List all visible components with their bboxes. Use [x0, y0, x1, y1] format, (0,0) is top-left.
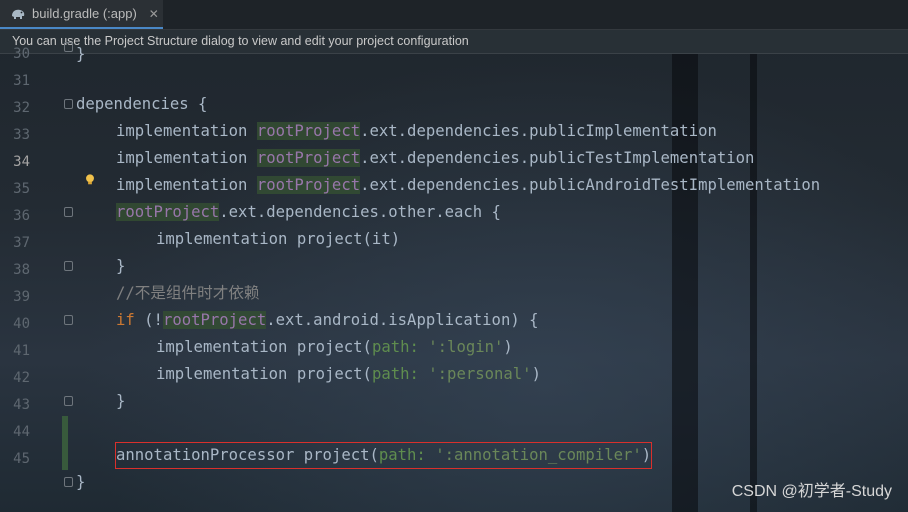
fold-start-icon[interactable] [64, 315, 73, 325]
tab-label: build.gradle (:app) [32, 6, 137, 21]
line-number: 41 [13, 343, 30, 359]
code-line-45: } [76, 473, 86, 491]
line-number: 36 [13, 208, 30, 224]
code-line-32: implementation rootProject.ext.dependenc… [116, 122, 717, 140]
line-number: 40 [13, 316, 30, 332]
fold-start-icon[interactable] [64, 99, 73, 109]
code-line-40: implementation project(path: ':login') [156, 338, 513, 356]
line-number: 33 [13, 127, 30, 143]
code-line-31: dependencies { [76, 95, 208, 113]
line-number: 43 [13, 397, 30, 413]
line-number: 31 [13, 73, 30, 89]
line-number: 39 [13, 289, 30, 305]
background-pole [672, 0, 698, 512]
line-number: 42 [13, 370, 30, 386]
background-pole-thin [750, 0, 757, 512]
fold-start-icon[interactable] [64, 207, 73, 217]
line-number-active: 34 [13, 154, 30, 170]
watermark: CSDN @初学者-Study [731, 483, 892, 500]
code-line-30: } [76, 45, 86, 63]
notification-banner: You can use the Project Structure dialog… [0, 30, 908, 54]
code-line-42: } [116, 392, 126, 410]
code-line-44-highlighted: annotationProcessor project(path: ':anno… [114, 442, 653, 469]
code-line-37: } [116, 257, 126, 275]
line-number: 30 [13, 46, 30, 62]
line-number: 35 [13, 181, 30, 197]
line-number: 45 [13, 451, 30, 467]
code-line-39: if (!rootProject.ext.android.isApplicati… [116, 311, 539, 329]
vcs-added-marker[interactable] [62, 416, 68, 470]
tab-build-gradle[interactable]: build.gradle (:app) ✕ [0, 0, 163, 29]
code-line-33: implementation rootProject.ext.dependenc… [116, 149, 755, 167]
code-line-41: implementation project(path: ':personal'… [156, 365, 541, 383]
line-number: 38 [13, 262, 30, 278]
code-line-35: rootProject.ext.dependencies.other.each … [116, 203, 501, 221]
gradle-elephant-icon [12, 9, 25, 19]
code-editor[interactable]: } dependencies { implementation rootProj… [76, 45, 820, 491]
code-comment: //不是组件时才依赖 [116, 284, 260, 302]
code-line-34: implementation rootProject.ext.dependenc… [116, 176, 821, 194]
editor-window: build.gradle (:app) ✕ You can use the Pr… [0, 0, 908, 512]
fold-end-icon[interactable] [64, 396, 73, 406]
wallpaper-background [0, 0, 908, 512]
line-number: 32 [13, 100, 30, 116]
fold-end-icon[interactable] [64, 42, 73, 52]
line-number: 44 [13, 424, 30, 440]
code-line-36: implementation project(it) [156, 230, 401, 248]
line-number: 37 [13, 235, 30, 251]
line-gutter: 30 31 32 33 34 35 36 37 38 39 40 41 42 4… [0, 42, 94, 512]
editor-tab-bar: build.gradle (:app) ✕ [0, 0, 908, 30]
close-icon[interactable]: ✕ [149, 7, 159, 21]
fold-end-icon[interactable] [64, 477, 73, 487]
fold-end-icon[interactable] [64, 261, 73, 271]
